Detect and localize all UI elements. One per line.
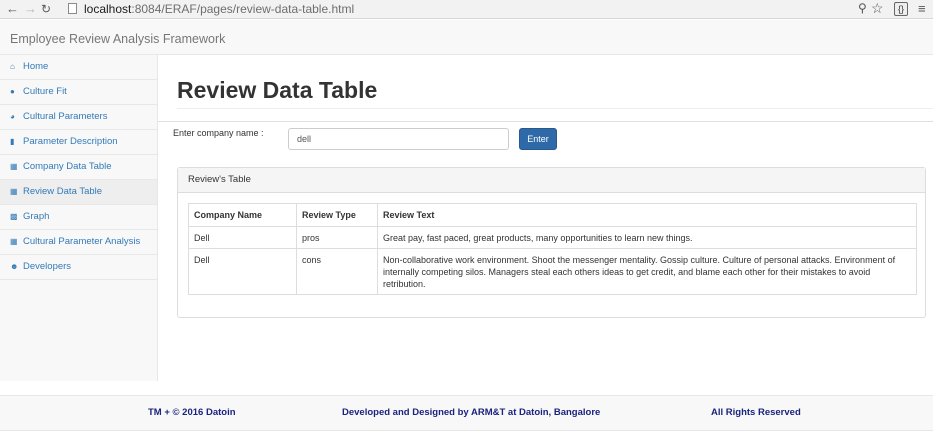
- sidebar-item-label: Culture Fit: [23, 86, 67, 97]
- enter-button[interactable]: Enter: [519, 128, 557, 150]
- url-host: localhost: [84, 2, 132, 16]
- table-header-row: Company Name Review Type Review Text: [188, 203, 917, 227]
- home-icon: ⌂: [10, 62, 15, 71]
- review-table: Company Name Review Type Review Text Del…: [188, 203, 917, 295]
- brand-title[interactable]: Employee Review Analysis Framework: [10, 32, 225, 46]
- sidebar-item-cultural-parameter-analysis[interactable]: ▦ Cultural Parameter Analysis: [0, 230, 157, 255]
- footer-credits: Developed and Designed by ARM&T at Datoi…: [342, 407, 601, 418]
- company-name-label: Enter company name :: [173, 128, 264, 138]
- table-icon: ▦: [10, 187, 18, 196]
- sidebar-item-label: Graph: [23, 211, 50, 222]
- back-arrow-icon[interactable]: ←: [6, 1, 19, 17]
- users-icon: ☻: [10, 262, 19, 271]
- column-header-company-name: Company Name: [188, 203, 297, 227]
- page-icon: [68, 3, 77, 14]
- column-header-review-text: Review Text: [377, 203, 917, 227]
- sidebar: ⌂ Home ● Culture Fit ◕ Cultural Parameters …: [0, 55, 158, 381]
- sidebar-item-cultural-parameters[interactable]: ◕ Cultural Parameters: [0, 105, 157, 130]
- sidebar-item-review-data-table[interactable]: ▦ Review Data Table: [0, 180, 157, 205]
- table-row: Dell cons Non-collaborative work environ…: [188, 248, 917, 295]
- binoculars-icon: ●: [10, 87, 15, 96]
- sidebar-item-culture-fit[interactable]: ● Culture Fit: [0, 80, 157, 105]
- sidebar-item-company-data-table[interactable]: ▦ Company Data Table: [0, 155, 157, 180]
- cell-company-name: Dell: [188, 248, 297, 295]
- cell-review-type: pros: [296, 226, 378, 249]
- browser-menu-icon[interactable]: ≡: [918, 1, 926, 16]
- extension-icon[interactable]: {}: [894, 2, 908, 16]
- footer-rights: All Rights Reserved: [711, 407, 801, 418]
- sidebar-item-label: Home: [23, 61, 49, 72]
- browser-toolbar: ← → ↻ localhost:8084/ERAF/pages/review-d…: [0, 0, 933, 19]
- url-path: :8084/ERAF/pages/review-data-table.html: [131, 2, 355, 16]
- reviews-panel: Review's Table Company Name Review Type …: [177, 167, 926, 318]
- sidebar-item-parameter-description[interactable]: ▮ Parameter Description: [0, 130, 157, 155]
- forward-arrow-icon[interactable]: →: [24, 1, 37, 17]
- cell-company-name: Dell: [188, 226, 297, 249]
- sidebar-item-label: Review Data Table: [23, 186, 103, 197]
- bar-chart-icon: ▩: [10, 212, 18, 221]
- panel-heading: Review's Table: [178, 168, 925, 193]
- zoom-icon[interactable]: ⚲: [858, 1, 867, 15]
- section-divider: [158, 121, 933, 122]
- sidebar-item-developers[interactable]: ☻ Developers: [0, 255, 157, 280]
- bookmark-star-icon[interactable]: ☆: [871, 0, 884, 17]
- column-header-review-type: Review Type: [296, 203, 378, 227]
- cell-review-text: Non-collaborative work environment. Shoo…: [377, 248, 917, 295]
- sidebar-item-label: Developers: [23, 261, 72, 272]
- sidebar-item-home[interactable]: ⌂ Home: [0, 55, 157, 80]
- cell-review-text: Great pay, fast paced, great products, m…: [377, 226, 917, 249]
- company-name-input[interactable]: [288, 128, 509, 150]
- sidebar-item-graph[interactable]: ▩ Graph: [0, 205, 157, 230]
- sidebar-item-label: Cultural Parameter Analysis: [23, 236, 141, 247]
- sidebar-item-label: Parameter Description: [23, 136, 118, 147]
- footer-copyright: TM + © 2016 Datoin: [148, 407, 236, 418]
- address-bar[interactable]: localhost:8084/ERAF/pages/review-data-ta…: [62, 1, 892, 17]
- url-text[interactable]: localhost:8084/ERAF/pages/review-data-ta…: [84, 2, 354, 16]
- tachometer-icon: ◕: [10, 112, 15, 121]
- cell-review-type: cons: [296, 248, 378, 295]
- sidebar-item-label: Cultural Parameters: [23, 111, 108, 122]
- file-icon: ▮: [10, 137, 15, 146]
- app-navbar: Employee Review Analysis Framework: [0, 20, 933, 55]
- page-title: Review Data Table: [177, 77, 378, 103]
- title-divider: [177, 108, 933, 109]
- table-icon: ▦: [10, 237, 18, 246]
- footer: TM + © 2016 Datoin Developed and Designe…: [0, 395, 933, 431]
- reload-icon[interactable]: ↻: [41, 1, 51, 17]
- sidebar-item-label: Company Data Table: [23, 161, 112, 172]
- table-icon: ▦: [10, 162, 18, 171]
- table-row: Dell pros Great pay, fast paced, great p…: [188, 226, 917, 249]
